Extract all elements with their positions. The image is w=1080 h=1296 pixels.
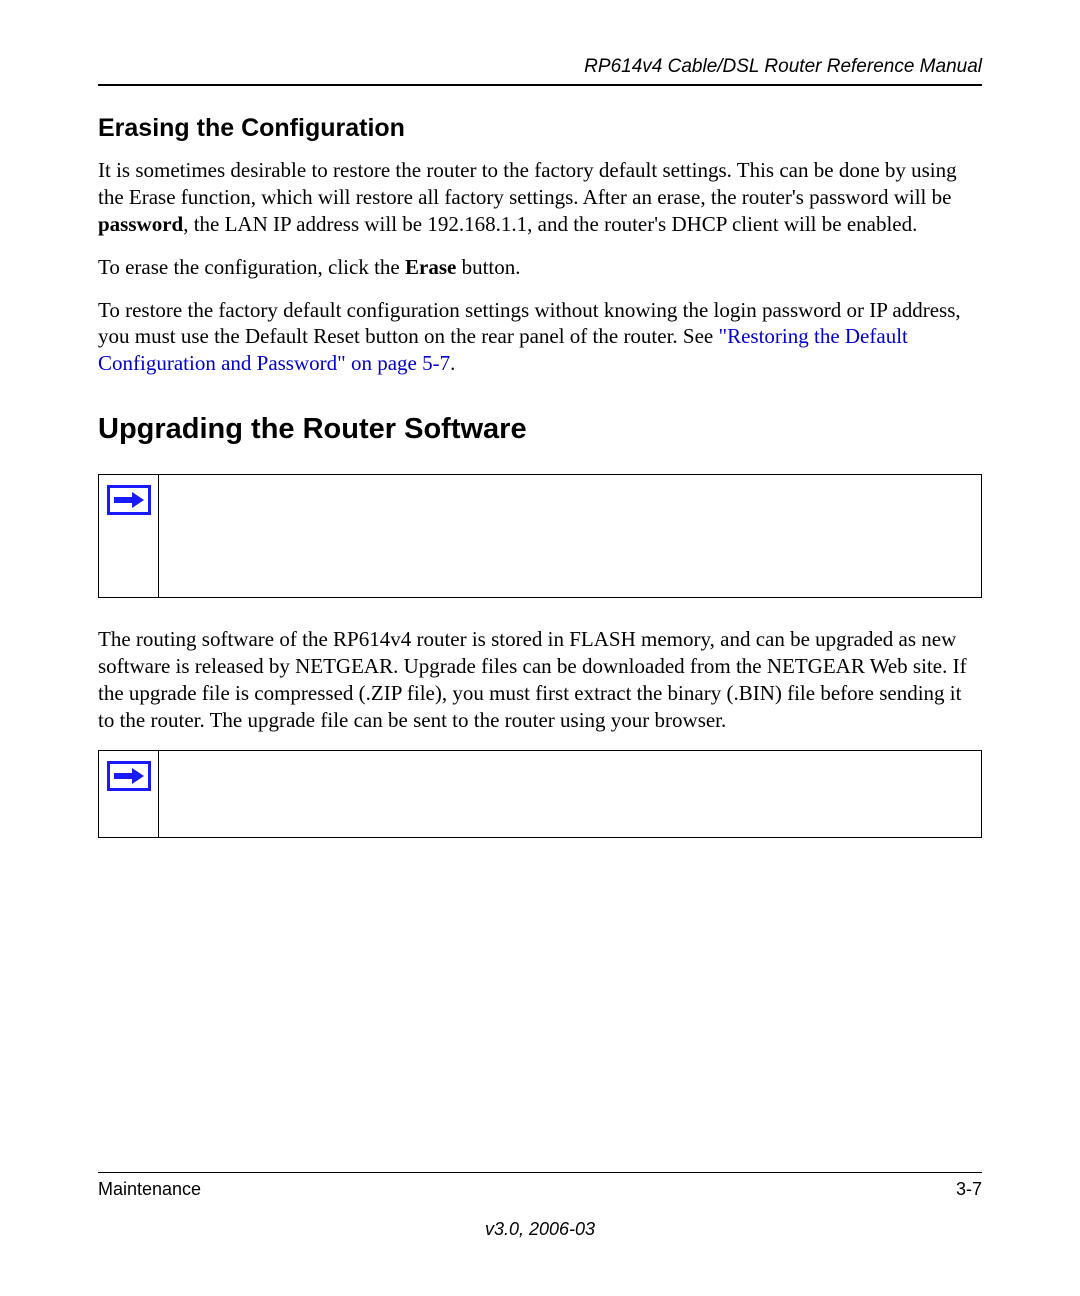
arrow-right-icon	[107, 485, 151, 515]
note-icon-cell	[99, 475, 159, 597]
paragraph: The routing software of the RP614v4 rout…	[98, 626, 982, 734]
header-doc-title: RP614v4 Cable/DSL Router Reference Manua…	[98, 56, 982, 84]
note-box	[98, 750, 982, 838]
note-icon-cell	[99, 751, 159, 837]
paragraph: To erase the configuration, click the Er…	[98, 254, 982, 281]
paragraph: It is sometimes desirable to restore the…	[98, 157, 982, 238]
note-content	[159, 475, 981, 597]
text-run: button.	[456, 255, 520, 279]
text-run: It is sometimes desirable to restore the…	[98, 158, 957, 209]
arrow-right-icon	[107, 761, 151, 791]
footer-page-number: 3-7	[956, 1179, 982, 1200]
text-run: , the LAN IP address will be 192.168.1.1…	[183, 212, 917, 236]
section-heading-upgrading: Upgrading the Router Software	[98, 413, 982, 446]
footer-version: v3.0, 2006-03	[0, 1219, 1080, 1240]
document-page: RP614v4 Cable/DSL Router Reference Manua…	[0, 0, 1080, 838]
paragraph: To restore the factory default configura…	[98, 297, 982, 378]
bold-run: password	[98, 212, 183, 236]
bold-run: Erase	[405, 255, 456, 279]
note-box	[98, 474, 982, 598]
page-footer: Maintenance 3-7	[98, 1172, 982, 1200]
footer-chapter: Maintenance	[98, 1179, 201, 1200]
text-run: .	[450, 351, 455, 375]
header-rule	[98, 84, 982, 86]
text-run: To erase the configuration, click the	[98, 255, 405, 279]
footer-rule	[98, 1172, 982, 1173]
note-content	[159, 751, 981, 837]
section-heading-erasing: Erasing the Configuration	[98, 114, 982, 143]
